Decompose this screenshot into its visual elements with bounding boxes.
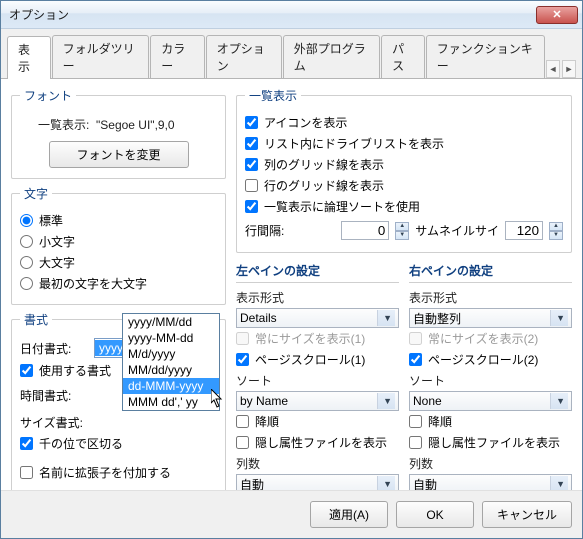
left-disp-label: 表示形式 (236, 287, 399, 308)
chevron-down-icon: ▼ (377, 476, 395, 490)
chk-show-icon[interactable]: アイコンを表示 (245, 112, 563, 133)
radio-lower[interactable]: 小文字 (20, 231, 217, 252)
chk-left-hidden[interactable]: 隠し属性ファイルを表示 (236, 432, 399, 453)
thumb-input[interactable] (505, 221, 543, 240)
left-sort-label: ソート (236, 370, 399, 391)
tab-option[interactable]: オプション (206, 35, 282, 78)
options-dialog: オプション ✕ 表示 フォルダツリー カラー オプション 外部プログラム パス … (0, 0, 583, 539)
name-ext-check[interactable]: 名前に拡張子を付加する (20, 462, 217, 483)
dropdown-option[interactable]: MMM dd',' yy (123, 394, 219, 410)
lineheight-input[interactable] (341, 221, 389, 240)
left-cols-select[interactable]: 自動▼ (236, 474, 399, 490)
font-group: フォント 一覧表示: "Segoe UI",9,0 フォントを変更 (11, 87, 226, 179)
dropdown-option[interactable]: M/d/yyyy (123, 346, 219, 362)
radio-capfirst[interactable]: 最初の文字を大文字 (20, 273, 217, 294)
tab-path[interactable]: パス (381, 35, 425, 78)
chk-logical-sort[interactable]: 一覧表示に論理ソートを使用 (245, 196, 563, 217)
right-disp-select[interactable]: 自動整列▼ (409, 308, 572, 328)
chevron-down-icon: ▼ (377, 393, 395, 409)
titlebar[interactable]: オプション ✕ (1, 1, 582, 29)
chk-always-size-1[interactable]: 常にサイズを表示(1) (236, 328, 399, 349)
dropdown-option[interactable]: yyyy/MM/dd (123, 314, 219, 330)
dropdown-option[interactable]: MM/dd/yyyy (123, 362, 219, 378)
tab-color[interactable]: カラー (150, 35, 204, 78)
font-current: 一覧表示: "Segoe UI",9,0 (20, 112, 217, 141)
left-pane-settings: 左ペインの設定 表示形式 Details▼ 常にサイズを表示(1) ページスクロ… (236, 259, 399, 490)
right-cols-label: 列数 (409, 453, 572, 474)
thumb-spinner[interactable]: ▲▼ (549, 222, 563, 240)
chevron-down-icon: ▼ (550, 393, 568, 409)
text-case-group: 文字 標準 小文字 大文字 最初の文字を大文字 (11, 185, 226, 305)
date-format-label: 日付書式: (20, 340, 88, 357)
left-cols-label: 列数 (236, 453, 399, 474)
right-pane-settings: 右ペインの設定 表示形式 自動整列▼ 常にサイズを表示(2) ページスクロール(… (409, 259, 572, 490)
tab-extprog[interactable]: 外部プログラム (283, 35, 380, 78)
radio-upper[interactable]: 大文字 (20, 252, 217, 273)
tab-display[interactable]: 表示 (7, 36, 51, 79)
dropdown-option-selected[interactable]: dd-MMM-yyyy (123, 378, 219, 394)
apply-button[interactable]: 適用(A) (310, 501, 388, 528)
chk-left-desc[interactable]: 降順 (236, 411, 399, 432)
lineheight-spinner[interactable]: ▲▼ (395, 222, 409, 240)
chk-row-grid[interactable]: 行のグリッド線を表示 (245, 175, 563, 196)
thumb-label: サムネイルサイ (415, 222, 499, 239)
content-area: フォント 一覧表示: "Segoe UI",9,0 フォントを変更 文字 標準 … (1, 79, 582, 490)
chk-col-grid[interactable]: 列のグリッド線を表示 (245, 154, 563, 175)
tab-foldertree[interactable]: フォルダツリー (52, 35, 150, 78)
date-format-dropdown[interactable]: yyyy/MM/dd yyyy-MM-dd M/d/yyyy MM/dd/yyy… (122, 313, 220, 411)
chevron-down-icon: ▼ (550, 476, 568, 490)
tab-funckey[interactable]: ファンクションキー (426, 35, 545, 78)
thousands-check[interactable]: 千の位で区切る (20, 433, 217, 454)
list-display-group: 一覧表示 アイコンを表示 リスト内にドライブリストを表示 列のグリッド線を表示 … (236, 87, 572, 253)
right-disp-label: 表示形式 (409, 287, 572, 308)
chk-always-size-2[interactable]: 常にサイズを表示(2) (409, 328, 572, 349)
chk-right-hidden[interactable]: 隠し属性ファイルを表示 (409, 432, 572, 453)
close-button[interactable]: ✕ (536, 6, 578, 24)
tab-nav: ◄ ► (546, 60, 576, 78)
font-legend: フォント (20, 87, 76, 104)
chk-drive-list[interactable]: リスト内にドライブリストを表示 (245, 133, 563, 154)
window-title: オプション (5, 6, 536, 23)
radio-standard[interactable]: 標準 (20, 210, 217, 231)
chevron-down-icon: ▼ (377, 310, 395, 326)
format-legend: 書式 (20, 311, 52, 328)
font-value: "Segoe UI",9,0 (96, 118, 175, 132)
lineheight-label: 行間隔: (245, 222, 284, 239)
moji-legend: 文字 (20, 185, 52, 202)
left-sort-select[interactable]: by Name▼ (236, 391, 399, 411)
mouse-cursor-icon (211, 389, 225, 414)
left-pane-title: 左ペインの設定 (236, 259, 399, 283)
chk-right-desc[interactable]: 降順 (409, 411, 572, 432)
dropdown-option[interactable]: yyyy-MM-dd (123, 330, 219, 346)
right-pane-title: 右ペインの設定 (409, 259, 572, 283)
ok-button[interactable]: OK (396, 501, 474, 528)
right-cols-select[interactable]: 自動▼ (409, 474, 572, 490)
font-label: 一覧表示: (38, 118, 89, 132)
right-sort-label: ソート (409, 370, 572, 391)
chevron-down-icon: ▼ (550, 310, 568, 326)
left-disp-select[interactable]: Details▼ (236, 308, 399, 328)
chk-page-scroll-1[interactable]: ページスクロール(1) (236, 349, 399, 370)
tab-bar: 表示 フォルダツリー カラー オプション 外部プログラム パス ファンクションキ… (1, 29, 582, 79)
right-sort-select[interactable]: None▼ (409, 391, 572, 411)
tab-scroll-right[interactable]: ► (562, 60, 576, 78)
tab-scroll-left[interactable]: ◄ (546, 60, 560, 78)
button-bar: 適用(A) OK キャンセル (1, 490, 582, 538)
size-format-label: サイズ書式: (20, 414, 88, 431)
chk-page-scroll-2[interactable]: ページスクロール(2) (409, 349, 572, 370)
time-format-label: 時間書式: (20, 387, 88, 404)
cancel-button[interactable]: キャンセル (482, 501, 572, 528)
change-font-button[interactable]: フォントを変更 (49, 141, 189, 168)
listdisp-legend: 一覧表示 (245, 87, 301, 104)
